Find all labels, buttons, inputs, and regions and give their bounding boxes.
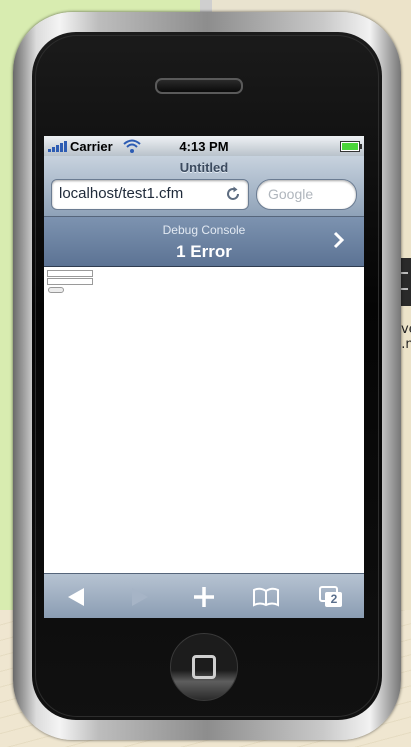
forward-icon[interactable] — [125, 582, 155, 612]
web-content — [44, 267, 364, 573]
home-button[interactable] — [170, 633, 238, 701]
text-input-2[interactable] — [47, 278, 93, 285]
text-input-1[interactable] — [47, 270, 93, 277]
phone-screen: Carrier 4:13 PM Untitled localhost/test1… — [44, 136, 364, 618]
reload-icon[interactable] — [224, 185, 242, 203]
chevron-right-icon[interactable] — [332, 231, 346, 249]
home-square-icon — [192, 655, 216, 679]
add-icon[interactable] — [189, 582, 219, 612]
url-field[interactable]: localhost/test1.cfm — [51, 179, 249, 210]
search-placeholder: Google — [268, 186, 314, 202]
browser-toolbar: Untitled localhost/test1.cfm Google — [44, 156, 364, 217]
clock: 4:13 PM — [179, 139, 229, 154]
search-input[interactable]: Google — [256, 179, 357, 210]
browser-bottom-bar: 2 — [44, 573, 364, 618]
page-title: Untitled — [179, 160, 229, 175]
bookmarks-icon[interactable] — [251, 582, 281, 612]
debug-console-title: Debug Console — [162, 223, 246, 237]
debug-console-bar[interactable]: Debug Console 1 Error — [44, 217, 364, 267]
tabs-count: 2 — [330, 592, 338, 606]
speaker-grille — [155, 78, 243, 94]
error-count: 1 Error — [176, 242, 232, 261]
pages-button[interactable]: 2 — [316, 582, 346, 612]
back-icon[interactable] — [61, 582, 91, 612]
status-bar: Carrier 4:13 PM — [44, 136, 364, 156]
submit-button[interactable] — [48, 287, 64, 293]
battery-icon — [340, 141, 362, 152]
url-text: localhost/test1.cfm — [59, 185, 184, 202]
